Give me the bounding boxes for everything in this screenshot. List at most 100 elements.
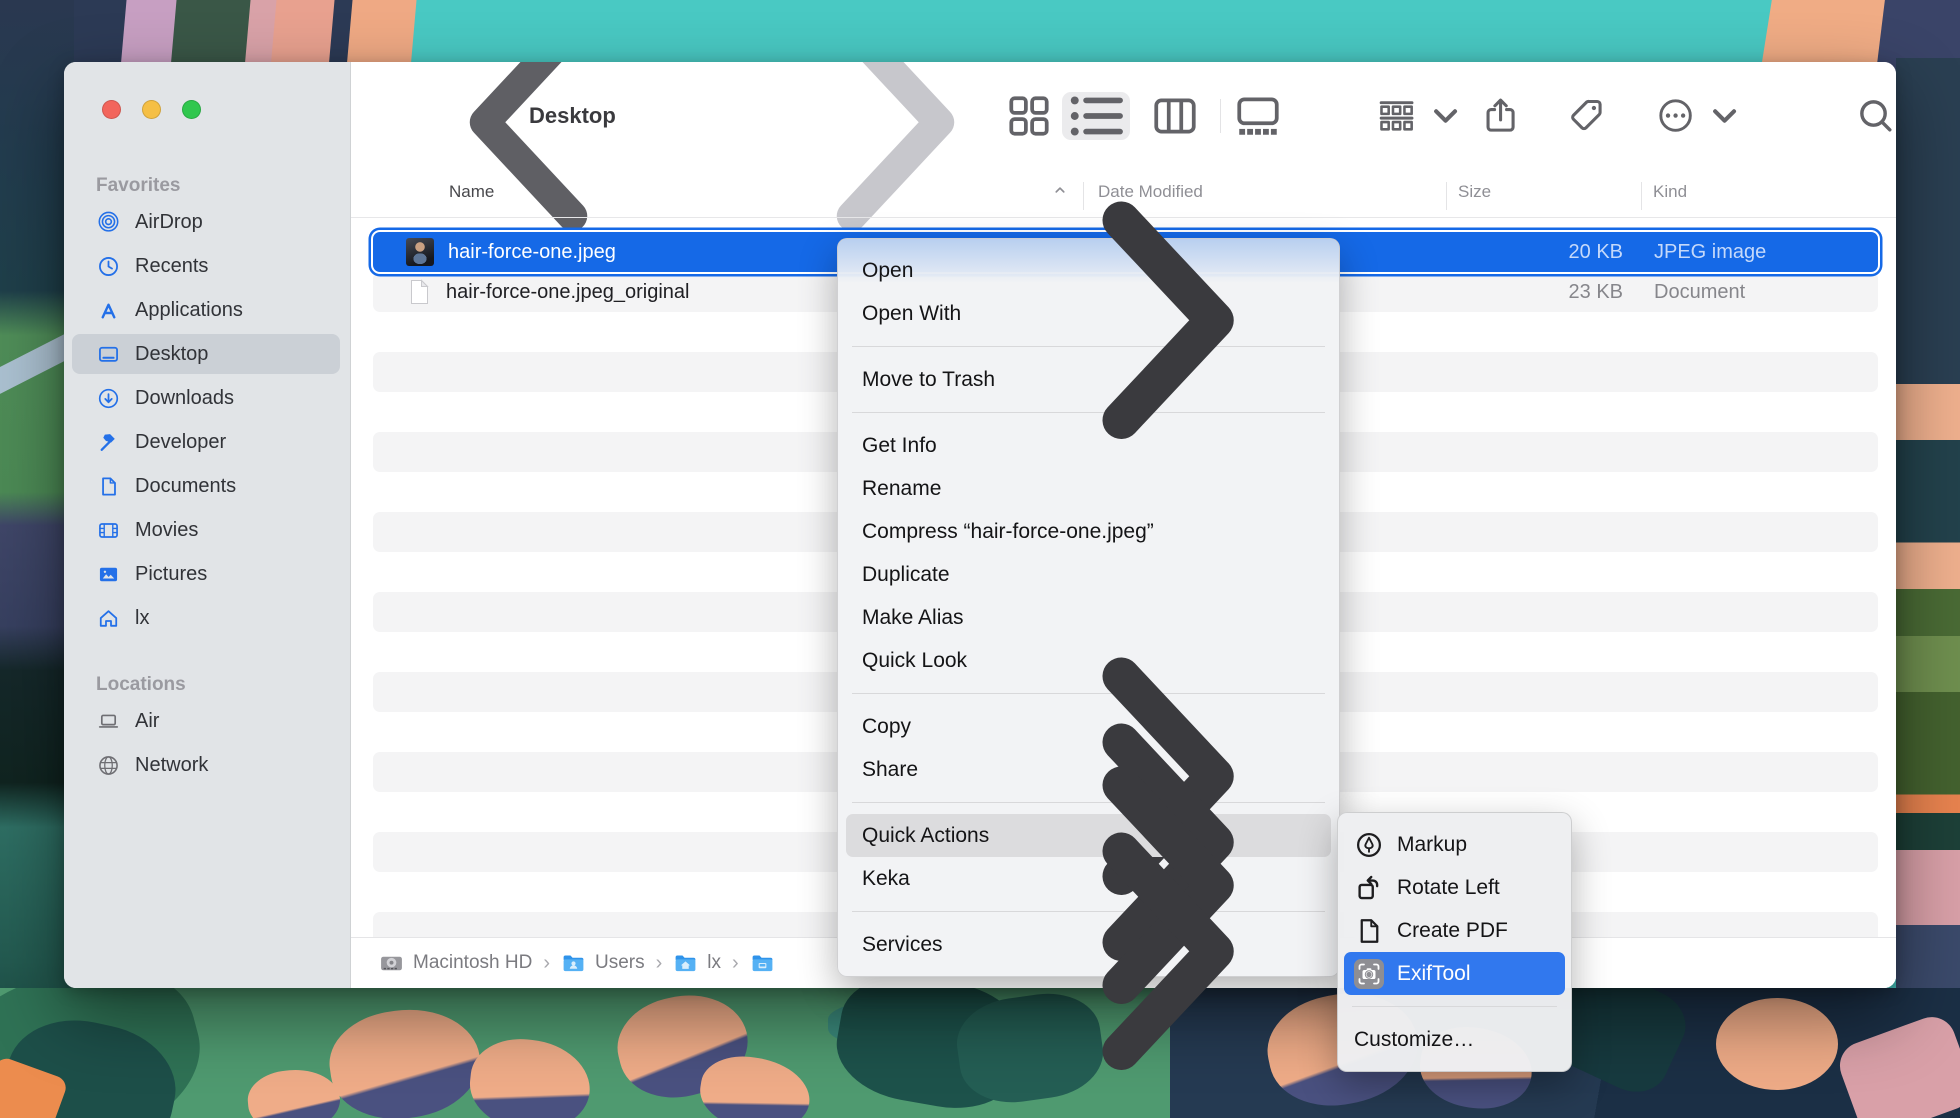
menu-item-label: Quick Actions [862, 824, 1015, 848]
file-name: hair-force-one.jpeg_original [446, 281, 689, 304]
sidebar-item-movies[interactable]: Movies [72, 510, 340, 550]
submenu-item-customize[interactable]: Customize… [1344, 1018, 1565, 1061]
path-segment-label: Users [595, 952, 645, 974]
search-icon [1855, 95, 1896, 136]
zoom-button[interactable] [182, 100, 201, 119]
sidebar-locations-list: Air Network [64, 701, 350, 785]
menu-item-label: Keka [862, 867, 1015, 891]
airdrop-icon [97, 211, 120, 234]
menu-item-open-with[interactable]: Open With [846, 292, 1331, 335]
laptop-icon [97, 710, 120, 733]
toolbar: Desktop [351, 62, 1896, 169]
folder-users-icon [561, 953, 586, 974]
close-button[interactable] [102, 100, 121, 119]
icon-view-button[interactable] [1004, 92, 1054, 140]
hard-drive-icon [379, 953, 404, 974]
path-separator: › [730, 952, 741, 975]
file-size: 20 KB [1473, 241, 1623, 264]
search-button[interactable] [1855, 95, 1896, 136]
locations-header: Locations [64, 673, 350, 697]
menu-item-label: Move to Trash [862, 368, 1315, 392]
file-size: 23 KB [1473, 281, 1623, 304]
path-separator: › [654, 952, 665, 975]
path-segment-macintosh-hd[interactable]: Macintosh HD [379, 952, 532, 974]
column-header-name[interactable]: Name [449, 182, 494, 202]
sidebar-item-label: Movies [135, 519, 198, 542]
rotate-left-icon [1354, 873, 1384, 903]
wallpaper-bottom [0, 988, 1960, 1118]
list-view-button[interactable] [1062, 92, 1130, 140]
menu-item-compress-hair-force-one-jpeg[interactable]: Compress “hair-force-one.jpeg” [846, 510, 1331, 553]
menu-item-move-to-trash[interactable]: Move to Trash [846, 358, 1331, 401]
menu-item-services[interactable]: Services [846, 923, 1331, 966]
wallpaper-right [1896, 58, 1960, 990]
menu-item-get-info[interactable]: Get Info [846, 424, 1331, 467]
sidebar-item-documents[interactable]: Documents [72, 466, 340, 506]
path-segment-label: Macintosh HD [413, 952, 532, 974]
sidebar-item-developer[interactable]: Developer [72, 422, 340, 462]
sidebar-item-air[interactable]: Air [72, 701, 340, 741]
sidebar-item-applications[interactable]: Applications [72, 290, 340, 330]
column-header-kind[interactable]: Kind [1653, 182, 1687, 202]
menu-item-label: Duplicate [862, 563, 1315, 587]
more-actions-button[interactable] [1655, 95, 1696, 136]
submenu-item-markup[interactable]: Markup [1344, 823, 1565, 866]
column-header-size[interactable]: Size [1458, 182, 1491, 202]
tag-icon [1567, 95, 1608, 136]
menu-item-rename[interactable]: Rename [846, 467, 1331, 510]
home-icon [97, 607, 120, 630]
submenu-item-create-pdf[interactable]: Create PDF [1344, 909, 1565, 952]
submenu-item-label: Markup [1397, 833, 1467, 857]
sidebar-item-label: Network [135, 754, 208, 777]
sidebar-item-downloads[interactable]: Downloads [72, 378, 340, 418]
column-divider[interactable] [1446, 182, 1447, 210]
desktop-icon [97, 343, 120, 366]
sidebar-item-desktop[interactable]: Desktop [72, 334, 340, 374]
sidebar-item-label: Desktop [135, 343, 208, 366]
group-by-dropdown-chevron[interactable] [1425, 95, 1466, 136]
tags-button[interactable] [1567, 95, 1608, 136]
document-icon [97, 475, 120, 498]
path-segment-label: lx [707, 952, 721, 974]
gallery-view-button[interactable] [1233, 92, 1283, 140]
column-view-button[interactable] [1150, 92, 1200, 140]
folder-icon [750, 953, 775, 974]
group-by-button[interactable] [1376, 95, 1417, 136]
menu-item-label: Get Info [862, 434, 1315, 458]
sidebar-item-label: Pictures [135, 563, 207, 586]
menu-item-label: Rename [862, 477, 1315, 501]
exiftool-icon [1354, 959, 1384, 989]
wallpaper-left [0, 0, 74, 1118]
path-segment-users[interactable]: Users [561, 952, 645, 974]
sidebar-item-pictures[interactable]: Pictures [72, 554, 340, 594]
toolbar-divider [1220, 99, 1221, 133]
sidebar-item-lx[interactable]: lx [72, 598, 340, 638]
folder-home-icon [673, 953, 698, 974]
path-segment-3[interactable] [750, 953, 775, 974]
view-grid-icon [1004, 91, 1054, 141]
submenu-item-exiftool[interactable]: ExifTool [1344, 952, 1565, 995]
submenu-item-rotate-left[interactable]: Rotate Left [1344, 866, 1565, 909]
context-menu: OpenOpen WithMove to TrashGet InfoRename… [837, 238, 1340, 977]
sidebar-item-airdrop[interactable]: AirDrop [72, 202, 340, 242]
path-separator: › [541, 952, 552, 975]
sidebar-item-network[interactable]: Network [72, 745, 340, 785]
menu-item-duplicate[interactable]: Duplicate [846, 553, 1331, 596]
menu-item-label: Share [862, 758, 1015, 782]
file-name-cell: hair-force-one.jpeg [406, 238, 616, 266]
view-list-icon [1062, 82, 1130, 150]
quick-actions-submenu: Markup Rotate Left Create PDF ExifTool Custo… [1337, 812, 1572, 1072]
sidebar-item-label: Documents [135, 475, 236, 498]
file-kind: JPEG image [1654, 241, 1766, 264]
share-button[interactable] [1480, 95, 1521, 136]
ellipsis-circle-icon [1655, 95, 1696, 136]
sidebar-item-label: Developer [135, 431, 226, 454]
column-divider[interactable] [1641, 182, 1642, 210]
minimize-button[interactable] [142, 100, 161, 119]
more-actions-dropdown-chevron[interactable] [1704, 95, 1745, 136]
markup-icon [1354, 830, 1384, 860]
sidebar-item-label: Applications [135, 299, 243, 322]
sidebar-item-recents[interactable]: Recents [72, 246, 340, 286]
submenu-item-label: Create PDF [1397, 919, 1508, 943]
path-segment-lx[interactable]: lx [673, 952, 721, 974]
